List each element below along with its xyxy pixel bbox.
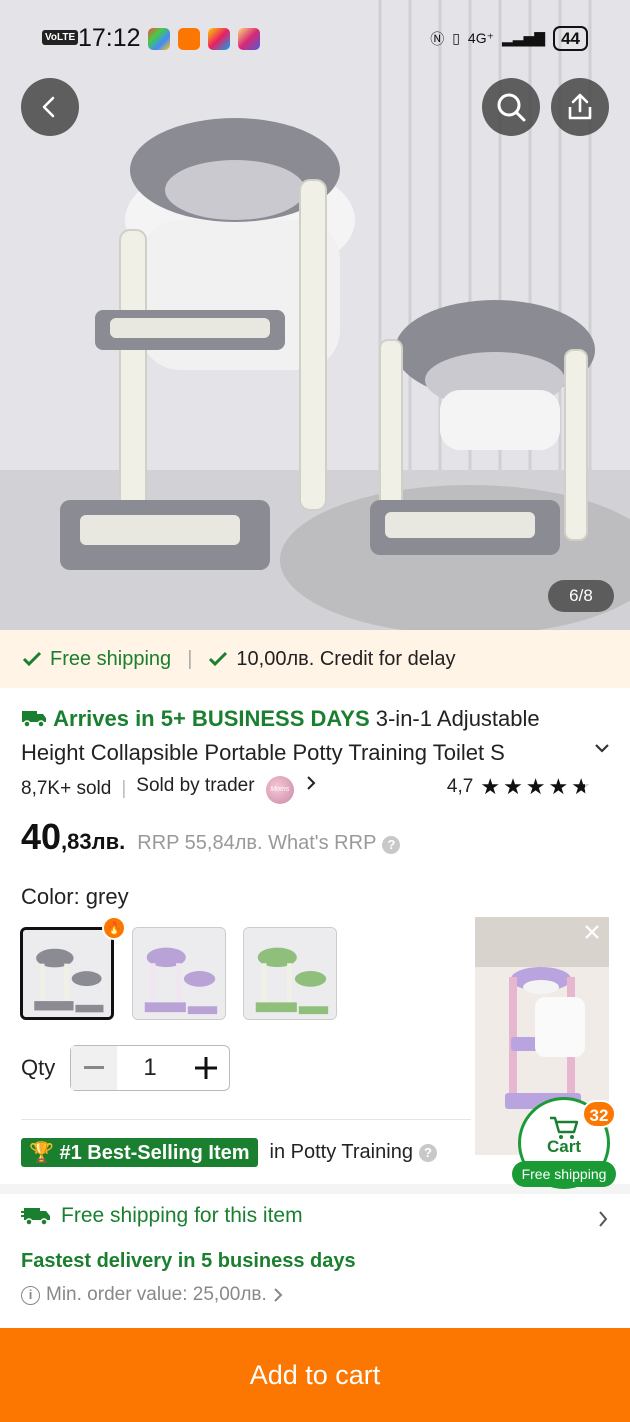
best-selling-row[interactable]: 🏆 #1 Best-Selling Item in Potty Training…	[21, 1138, 437, 1167]
min-order-row[interactable]: i Min. order value: 25,00лв.	[21, 1284, 283, 1306]
close-icon	[585, 925, 599, 939]
hot-badge-icon: 🔥	[102, 916, 126, 940]
app-notification-icon	[148, 28, 170, 50]
status-indicators: Ⓝ ▯ 4G⁺ ▂▃▅▇ 44	[430, 26, 588, 51]
swatch-image	[133, 928, 225, 1019]
help-icon[interactable]: ?	[382, 836, 401, 854]
divider: |	[187, 647, 193, 670]
star-icon: ★	[480, 774, 501, 799]
volte-icon: VoLTE	[42, 30, 79, 45]
check-icon	[209, 651, 228, 667]
free-shipping-row[interactable]: Free shipping for this item	[21, 1204, 611, 1228]
add-to-cart-button[interactable]: Add to cart	[0, 1328, 630, 1422]
free-shipping-item-label: Free shipping for this item	[61, 1204, 303, 1227]
swatch-image	[23, 930, 111, 1017]
decrease-quantity-button[interactable]	[71, 1046, 117, 1090]
vibrate-icon: ▯	[452, 30, 460, 46]
quantity-value[interactable]: 1	[117, 1054, 183, 1082]
image-counter: 6/8	[548, 580, 614, 612]
expand-title-chevron-icon[interactable]	[592, 738, 612, 758]
seller-avatar: Moms	[265, 775, 294, 804]
battery-icon: 44	[553, 26, 588, 51]
price-main: 40	[21, 816, 62, 857]
status-bar: VoLTE 17:12 Ⓝ ▯ 4G⁺ ▂▃▅▇ 44	[0, 22, 630, 58]
fastest-delivery: Fastest delivery in 5 business days	[21, 1250, 356, 1272]
search-button[interactable]	[482, 78, 540, 136]
back-button[interactable]	[21, 78, 79, 136]
chevron-right-icon	[599, 1211, 608, 1227]
free-shipping-label: Free shipping	[50, 647, 172, 670]
color-swatch-purple[interactable]	[132, 927, 226, 1020]
color-swatch-green[interactable]	[243, 927, 337, 1020]
share-button[interactable]	[551, 78, 609, 136]
sold-count: 8,7K+ sold	[21, 778, 112, 799]
minus-icon	[84, 1066, 104, 1069]
quantity-stepper: 1	[70, 1045, 230, 1091]
price-fraction: ,83лв.	[61, 829, 126, 854]
arrival-estimate: Arrives in 5+ BUSINESS DAYS	[53, 706, 370, 731]
product-meta-row: 8,7K+ sold | Sold by trader Moms 4,7 ★ ★…	[21, 775, 611, 804]
chevron-right-icon	[274, 1288, 283, 1302]
chevron-left-icon	[42, 96, 55, 118]
instagram-icon	[238, 28, 260, 50]
shipping-benefits-strip[interactable]: Free shipping | 10,00лв. Credit for dela…	[0, 630, 630, 688]
plus-icon	[195, 1057, 217, 1079]
signal-icon: ▂▃▅▇	[502, 30, 546, 46]
search-icon	[497, 93, 526, 122]
trophy-icon: 🏆	[29, 1142, 60, 1164]
seller-link[interactable]: Sold by trader Moms	[136, 775, 317, 804]
app-notification-icon	[208, 28, 230, 50]
swatch-image	[244, 928, 336, 1019]
increase-quantity-button[interactable]	[183, 1046, 229, 1090]
color-label: Color: grey	[21, 884, 129, 909]
info-icon: i	[21, 1285, 40, 1305]
floating-cart-button[interactable]: Cart 32 Free shipping	[512, 1097, 616, 1189]
help-icon[interactable]: ?	[418, 1143, 437, 1162]
cart-label: Cart	[546, 1137, 581, 1156]
star-icon: ★	[548, 774, 569, 799]
nfc-icon: Ⓝ	[430, 30, 445, 47]
network-type: 4G⁺	[467, 30, 494, 46]
best-selling-text: #1 Best-Selling Item	[59, 1142, 250, 1164]
close-preview-button[interactable]	[581, 923, 603, 945]
color-swatch-grey[interactable]	[20, 927, 114, 1020]
best-selling-category: in Potty Training	[269, 1141, 413, 1163]
rating-value: 4,7	[446, 776, 474, 797]
clock: 17:12	[78, 24, 141, 52]
rrp-label[interactable]: RRP 55,84лв. What's RRP	[137, 832, 376, 855]
sold-by-label: Sold by trader	[136, 774, 255, 796]
half-star-icon: ★	[571, 774, 591, 799]
star-icon: ★	[503, 774, 523, 799]
product-image-gallery[interactable]: VoLTE 17:12 Ⓝ ▯ 4G⁺ ▂▃▅▇ 44 6/8	[0, 0, 630, 630]
quantity-label: Qty	[21, 1055, 56, 1080]
check-icon	[22, 651, 42, 667]
product-title[interactable]: Arrives in 5+ BUSINESS DAYS 3-in-1 Adjus…	[21, 702, 591, 770]
delay-credit-label: 10,00лв. Credit for delay	[236, 647, 456, 670]
cart-free-shipping: Free shipping	[512, 1161, 616, 1187]
min-order-text: Min. order value: 25,00лв.	[46, 1284, 267, 1305]
star-icon: ★	[525, 774, 546, 799]
section-divider	[21, 1119, 471, 1120]
cart-count-badge: 32	[582, 1100, 616, 1128]
rating-summary[interactable]: 4,7 ★ ★ ★ ★ ★	[447, 776, 591, 798]
delivery-truck-icon	[21, 1208, 50, 1226]
price-row: 40 ,83лв. RRP 55,84лв. What's RRP ?	[21, 816, 401, 858]
share-icon	[568, 93, 592, 120]
chevron-right-icon	[307, 775, 316, 790]
temu-notification-icon	[178, 28, 200, 50]
delivery-truck-icon	[22, 711, 46, 728]
best-selling-badge: 🏆 #1 Best-Selling Item	[21, 1138, 258, 1167]
divider: |	[121, 778, 127, 799]
